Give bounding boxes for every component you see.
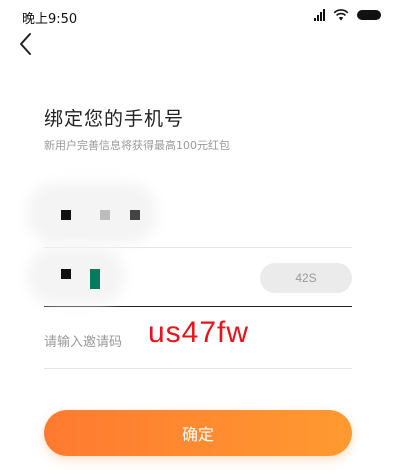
back-button[interactable]	[14, 30, 42, 58]
invite-code-placeholder: 请输入邀请码	[44, 335, 123, 350]
page-subtitle: 新用户完善信息将获得最高100元红包	[44, 139, 230, 152]
verification-code-field[interactable]: 42S	[28, 248, 352, 307]
resend-code-countdown-button[interactable]: 42S	[260, 263, 352, 293]
status-bar: 晚上9:50	[0, 0, 395, 34]
status-icons	[314, 9, 381, 21]
battery-icon	[357, 10, 381, 20]
redaction-pixel	[61, 269, 71, 279]
signal-icon	[314, 9, 325, 21]
chevron-left-icon	[20, 33, 31, 55]
confirm-button[interactable]: 确定	[44, 410, 352, 456]
redaction-pixel	[90, 269, 100, 289]
status-time: 晚上9:50	[22, 12, 78, 27]
redaction-pixel	[130, 210, 140, 220]
phone-field[interactable]	[28, 183, 352, 248]
redaction-blob	[28, 248, 124, 304]
redaction-pixel	[100, 210, 110, 220]
wifi-icon	[333, 9, 349, 21]
invite-code-field[interactable]: 请输入邀请码 us47fw	[44, 308, 352, 369]
page-title: 绑定您的手机号	[44, 108, 185, 130]
redaction-pixel	[61, 210, 71, 220]
invite-code-annotation: us47fw	[148, 316, 250, 349]
